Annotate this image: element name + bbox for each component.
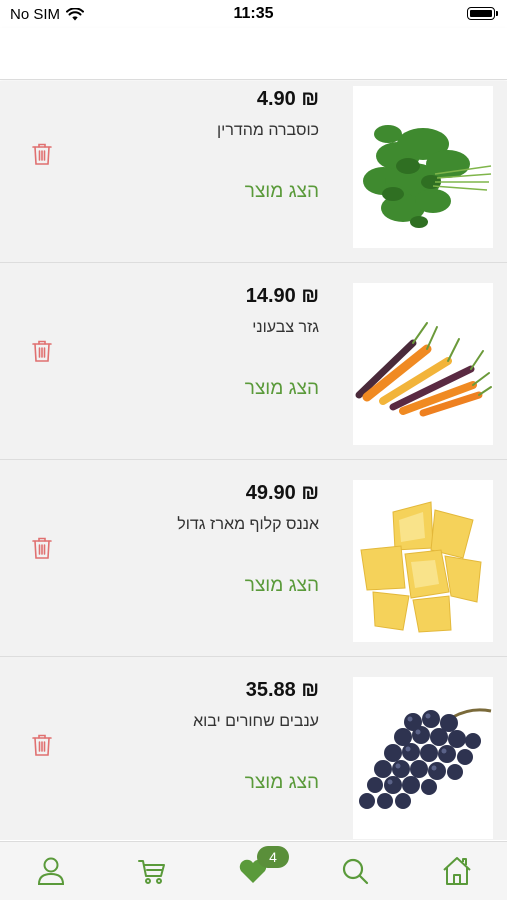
item-price: ₪ 49.90 [245, 482, 319, 504]
home-icon[interactable] [440, 854, 474, 888]
list-item[interactable]: ₪ 35.88 ענבים שחורים יבוא הצג מוצר [0, 658, 507, 840]
battery-icon [467, 7, 498, 20]
header-bar [0, 28, 507, 80]
item-price: ₪ 14.90 [245, 285, 319, 307]
item-name: גזר צבעוני [252, 319, 319, 336]
coriander-image[interactable] [353, 86, 493, 248]
show-product-button[interactable]: הצג מוצר [245, 378, 319, 400]
status-time: 11:35 [233, 5, 274, 22]
list-item[interactable]: ₪ 14.90 גזר צבעוני הצג מוצר [0, 264, 507, 460]
list-item[interactable]: ₪ 4.90 כוסברה מהדרין הצג מוצר [0, 81, 507, 263]
item-name: כוסברה מהדרין [217, 122, 319, 139]
show-product-button[interactable]: הצג מוצר [245, 181, 319, 203]
favorites-count-badge: 4 [257, 846, 289, 868]
carrots-image[interactable] [353, 283, 493, 445]
show-product-button[interactable]: הצג מוצר [245, 772, 319, 794]
pineapple-image[interactable] [353, 480, 493, 642]
cart-icon[interactable] [135, 854, 169, 888]
trash-icon[interactable] [31, 339, 53, 363]
grapes-image[interactable] [353, 677, 493, 839]
item-name: ענבים שחורים יבוא [193, 713, 319, 730]
item-name: אננס קלוף מארז גדול [177, 516, 319, 533]
trash-icon[interactable] [31, 142, 53, 166]
product-list[interactable]: ₪ 4.90 כוסברה מהדרין הצג מוצר ₪ 14.90 גז… [0, 81, 507, 840]
trash-icon[interactable] [31, 536, 53, 560]
item-price: ₪ 35.88 [245, 679, 319, 701]
search-icon[interactable] [338, 854, 372, 888]
status-bar: No SIM 11:35 [0, 0, 507, 28]
profile-icon[interactable] [34, 854, 68, 888]
trash-icon[interactable] [31, 733, 53, 757]
bottom-tab-bar [0, 841, 507, 900]
item-price: ₪ 4.90 [256, 88, 319, 110]
list-item[interactable]: ₪ 49.90 אננס קלוף מארז גדול הצג מוצר [0, 461, 507, 657]
show-product-button[interactable]: הצג מוצר [245, 575, 319, 597]
